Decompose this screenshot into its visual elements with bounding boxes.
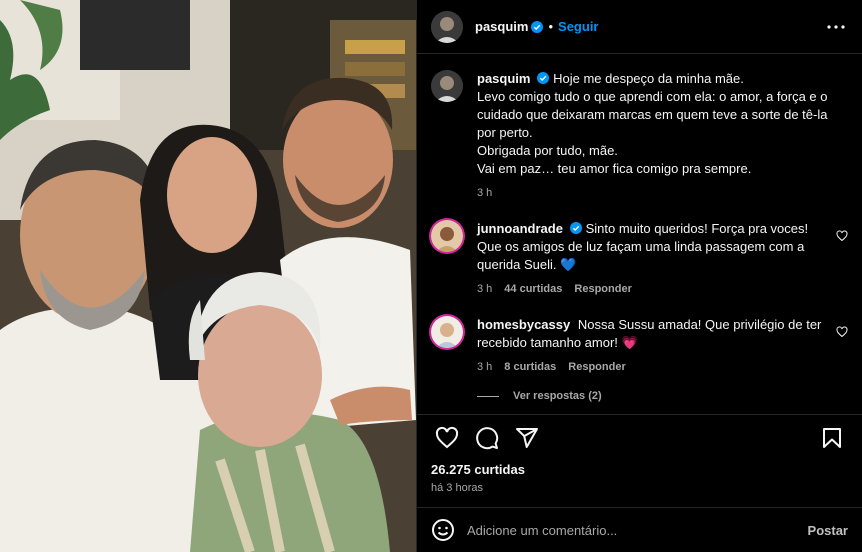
comment-like-heart-icon[interactable] [836,326,848,338]
avatar-image [431,220,463,252]
more-horizontal-icon[interactable] [824,15,848,39]
comment-time[interactable]: 3 h [477,280,492,298]
comment-like-heart-icon[interactable] [836,230,848,242]
post-header: pasquim • Seguir [417,0,862,54]
caption-line: Obrigada por tudo, mãe. [477,143,618,158]
comment-time[interactable]: 3 h [477,358,492,376]
emoji-icon[interactable] [431,518,455,542]
commenter-avatar[interactable] [431,316,463,348]
post-likes-count[interactable]: 26.275 curtidas [431,462,525,477]
caption-time[interactable]: 3 h [477,184,492,202]
author-username[interactable]: pasquim [475,19,528,34]
paper-plane-icon[interactable] [507,418,547,458]
heart-icon[interactable] [427,418,467,458]
post-caption: pasquim Hoje me despeço da minha mãe. Le… [431,70,848,202]
view-replies-label: Ver respostas (2) [513,390,602,402]
verified-badge-icon [531,20,544,33]
bookmark-icon[interactable] [812,418,852,458]
post-timestamp[interactable]: há 3 horas [431,482,483,494]
add-comment-bar: Postar [417,507,862,552]
post-photo-illustration [0,0,416,552]
reply-button[interactable]: Responder [574,280,631,298]
caption-line: Levo comigo tudo o que aprendi com ela: … [477,89,828,140]
author-avatar[interactable] [431,70,463,102]
reply-button[interactable]: Responder [568,358,625,376]
comment-item: junnoandrade Sinto muito queridos! Força… [431,220,848,298]
verified-badge-icon [569,222,582,234]
author-avatar[interactable] [431,10,463,43]
comment-bubble-shape [476,426,499,449]
avatar-image [431,10,463,43]
caption-line: Vai em paz… teu amor fica comigo pra sem… [477,161,752,176]
more-dots [827,24,845,29]
post-side-panel: pasquim • Seguir pasquim Hoje me despeço… [416,0,862,552]
follow-button[interactable]: Seguir [558,19,598,34]
caption-username[interactable]: pasquim [477,71,530,86]
view-replies-button[interactable]: Ver respostas (2) [477,390,848,402]
separator-dot: • [548,19,554,34]
like-heart-shape [435,426,459,448]
comment-likes[interactable]: 44 curtidas [504,280,562,298]
comment-likes[interactable]: 8 curtidas [504,358,556,376]
commenter-avatar[interactable] [431,220,463,252]
caption-line: Hoje me despeço da minha mãe. [553,71,744,86]
verified-badge-icon [537,72,550,84]
comment-input[interactable] [467,522,798,538]
comment-icon[interactable] [467,418,507,458]
bookmark-shape [823,427,841,448]
share-plane-shape [516,427,538,448]
comment-item: homesbycassy Nossa Sussu amada! Que priv… [431,316,848,376]
commenter-username[interactable]: homesbycassy [477,317,570,332]
commenter-username[interactable]: junnoandrade [477,221,563,236]
avatar-image [431,316,463,348]
post-comment-button[interactable]: Postar [808,523,848,538]
comments-scroll-area[interactable]: pasquim Hoje me despeço da minha mãe. Le… [417,54,862,414]
post-actions-bar [417,414,862,460]
post-photo[interactable] [0,0,416,552]
emoji-face-shape [432,519,454,541]
avatar-image [431,70,463,102]
replies-divider [477,395,499,397]
